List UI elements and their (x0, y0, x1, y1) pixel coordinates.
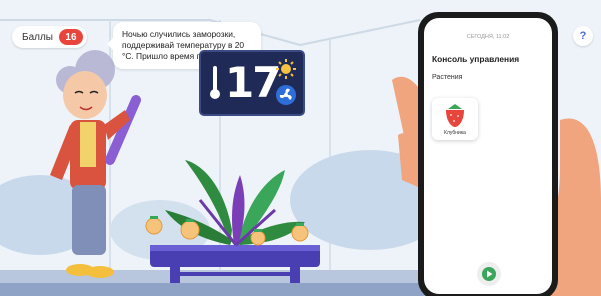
plant-name: Клубника (444, 130, 466, 136)
help-button[interactable]: ? (573, 26, 593, 46)
plant-card-strawberry[interactable]: Клубника (432, 98, 478, 140)
play-icon (482, 267, 496, 281)
score-counter: Баллы 16 (12, 26, 87, 48)
phone-status: СЕГОДНЯ, 11:02 (466, 34, 510, 40)
score-badge: 16 (58, 29, 83, 45)
plants-section-label: Растения (432, 74, 463, 81)
temperature-value: 17 (225, 58, 281, 107)
thermometer-icon (210, 66, 220, 99)
phone-device: СЕГОДНЯ, 11:02 Консоль управления Растен… (418, 12, 558, 296)
play-button[interactable] (477, 262, 501, 286)
phone-screen: СЕГОДНЯ, 11:02 Консоль управления Растен… (424, 18, 552, 294)
help-label: ? (579, 30, 587, 42)
temperature-display: 17 (199, 50, 305, 116)
fan-icon[interactable] (275, 84, 297, 106)
sun-icon[interactable] (275, 58, 297, 80)
strawberry-icon (446, 104, 464, 127)
game-scene: Баллы 16 Ночью случились заморозки, подд… (0, 0, 601, 296)
score-label: Баллы (22, 31, 53, 43)
console-title: Консоль управления (432, 54, 520, 64)
